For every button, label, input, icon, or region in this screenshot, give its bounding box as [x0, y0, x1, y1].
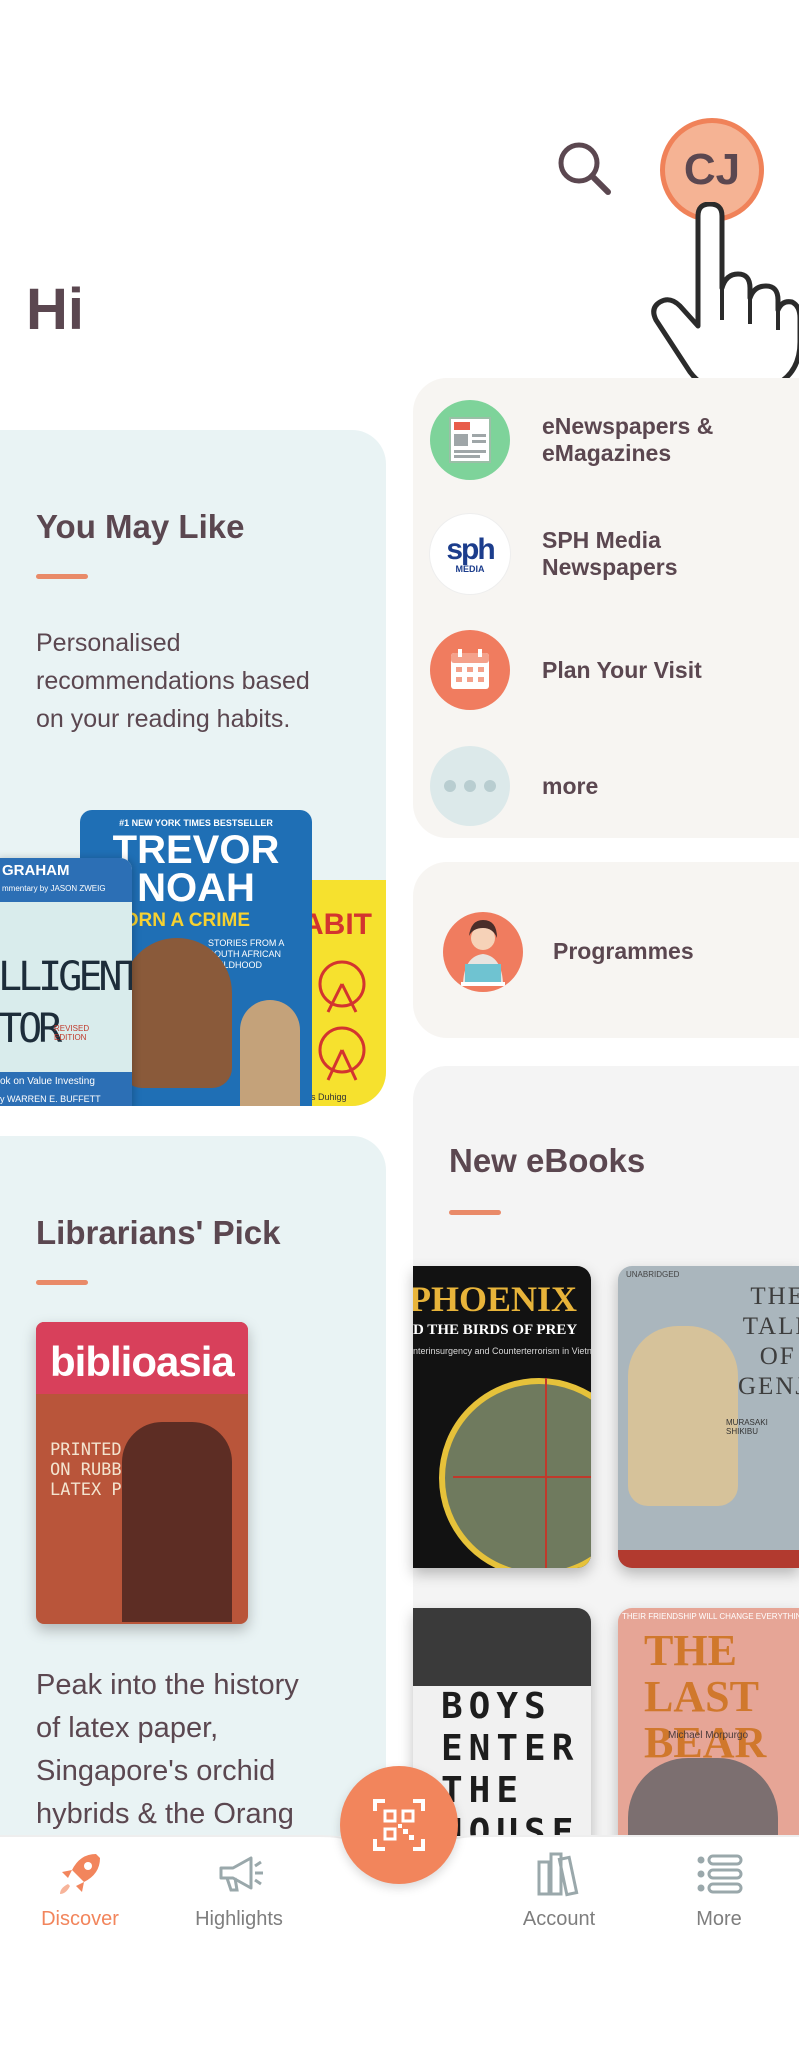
- nav-discover[interactable]: Discover: [20, 1848, 140, 1931]
- book-cover-intelligent-investor[interactable]: GRAHAM mmentary by JASON ZWEIG LLIGENT T…: [0, 858, 132, 1106]
- nav-label: More: [696, 1908, 742, 1930]
- quick-link-plan-visit[interactable]: Plan Your Visit: [430, 630, 702, 710]
- search-icon[interactable]: [554, 138, 614, 198]
- quick-link-sph-media[interactable]: sph MEDIA SPH Media Newspapers: [430, 514, 678, 594]
- greeting: Hi: [26, 277, 84, 342]
- ebook-banner: UNABRIDGED: [626, 1270, 680, 1279]
- librarians-pick-card[interactable]: Librarians' Pick biblioasia PRINTED ON RU…: [0, 1136, 386, 1876]
- megaphone-icon: [219, 1856, 263, 1892]
- nav-more[interactable]: More: [659, 1848, 779, 1931]
- menu-list-icon: [697, 1854, 743, 1894]
- calendar-icon: [430, 630, 510, 710]
- graham-edition: REVISED EDITION: [54, 1024, 90, 1042]
- title-underline: [36, 574, 88, 579]
- trevor-banner: #1 NEW YORK TIMES BESTSELLER: [119, 818, 273, 828]
- ebook-subtitle: D THE BIRDS OF PREY: [413, 1322, 578, 1338]
- quick-link-label: SPH Media Newspapers: [542, 527, 678, 580]
- nav-label: Highlights: [195, 1908, 283, 1930]
- ebook-author: MURASAKI SHIKIBU: [726, 1418, 768, 1436]
- programmes-label: Programmes: [553, 938, 694, 964]
- quick-link-label: more: [542, 772, 599, 799]
- title-underline: [36, 1280, 88, 1285]
- nav-account[interactable]: Account: [499, 1848, 619, 1931]
- qr-scan-icon: [373, 1799, 425, 1851]
- more-dots-icon: [430, 746, 510, 826]
- biblioasia-cover[interactable]: biblioasia PRINTED ON RUBBER LATEX PAPER: [36, 1322, 248, 1624]
- quick-link-label: eNewspapers & eMagazines: [542, 413, 714, 466]
- librarians-pick-title: Librarians' Pick: [36, 1214, 281, 1251]
- ebook-phoenix[interactable]: PHOENIX D THE BIRDS OF PREY nterinsurgen…: [413, 1266, 591, 1568]
- ebook-tale-of-genji[interactable]: UNABRIDGED THETALEOFGENJI MURASAKI SHIKI…: [618, 1266, 799, 1568]
- presenter-icon: [443, 912, 523, 992]
- ebook-illustration: [628, 1326, 738, 1506]
- quick-link-enewspapers[interactable]: eNewspapers & eMagazines: [430, 400, 713, 480]
- graham-name: GRAHAM: [2, 862, 70, 879]
- habit-title: ABIT: [302, 908, 372, 941]
- ebook-author: Michael Morpurgo: [668, 1730, 749, 1741]
- ebook-illustration: [439, 1378, 591, 1568]
- quick-link-label: Plan Your Visit: [542, 656, 702, 683]
- pointer-hand-icon: [650, 201, 799, 393]
- ebook-title: THETALEOFGENJI: [738, 1283, 799, 1400]
- qr-scan-button[interactable]: [340, 1766, 458, 1884]
- cover-illustration: [122, 1422, 232, 1622]
- nav-highlights[interactable]: Highlights: [179, 1848, 299, 1931]
- new-ebooks-title: New eBooks: [449, 1142, 646, 1179]
- librarians-pick-description: Peak into the history of latex paper, Si…: [36, 1669, 299, 1830]
- ebook-title: PHOENIX: [413, 1279, 578, 1319]
- nav-label: Discover: [41, 1908, 119, 1930]
- title-underline: [449, 1210, 501, 1215]
- nav-label: Account: [522, 1908, 596, 1930]
- ebook-banner: THEIR FRIENDSHIP WILL CHANGE EVERYTHING: [622, 1612, 799, 1621]
- ebook-title: THE LAST BEAR: [644, 1626, 767, 1767]
- cover-title: biblioasia: [50, 1338, 235, 1385]
- sph-logo-icon: sph MEDIA: [430, 514, 510, 594]
- you-may-like-description: Personalised recommendations based on yo…: [36, 629, 310, 733]
- graham-title-1: LLIGENT: [0, 954, 132, 1000]
- quick-link-more[interactable]: more: [430, 746, 598, 826]
- avatar-initials: CJ: [683, 145, 741, 194]
- books-icon: [537, 1852, 579, 1897]
- ebook-tagline: nterinsurgency and Counterterrorism in V…: [413, 1346, 591, 1356]
- you-may-like-card[interactable]: You May Like Personalised recommendation…: [0, 430, 386, 1106]
- portrait-illustration: [122, 938, 232, 1088]
- ebook-the-last-bear[interactable]: THEIR FRIENDSHIP WILL CHANGE EVERYTHING …: [618, 1608, 799, 1858]
- rocket-icon: [60, 1854, 100, 1894]
- graham-title-2: TOR: [0, 1006, 62, 1052]
- figure-illustration: [240, 1000, 300, 1106]
- you-may-like-title: You May Like: [36, 508, 245, 545]
- graham-commentary: mmentary by JASON ZWEIG: [2, 884, 106, 893]
- graham-footer: ok on Value Investing: [0, 1076, 95, 1087]
- graham-buffett: y WARREN E. BUFFETT: [0, 1094, 101, 1104]
- newspaper-icon: [430, 400, 510, 480]
- programmes-card[interactable]: Programmes: [413, 862, 799, 1038]
